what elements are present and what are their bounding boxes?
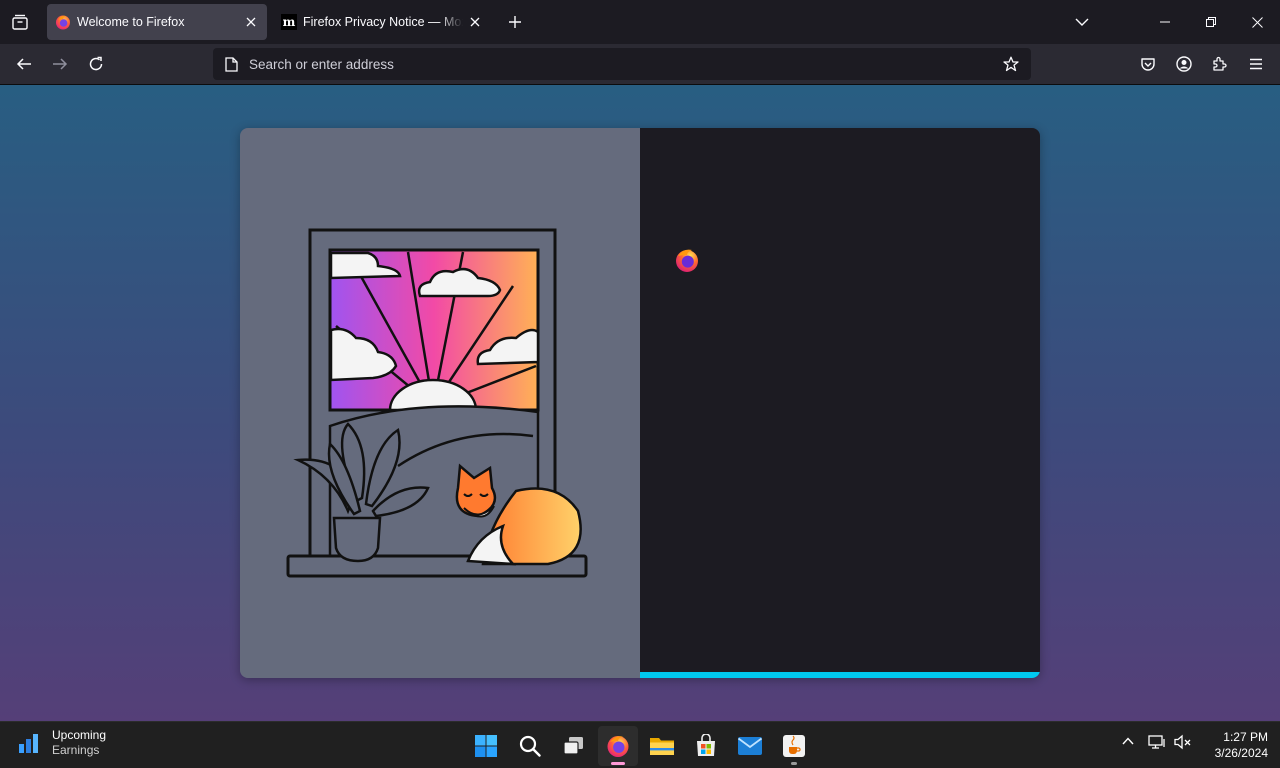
page-icon <box>223 56 239 72</box>
onboarding-illustration-panel <box>240 128 640 678</box>
file-explorer-icon[interactable] <box>642 726 682 766</box>
address-bar[interactable] <box>213 48 1031 80</box>
mozilla-m-icon: m <box>281 14 297 30</box>
svg-text:m: m <box>283 15 296 29</box>
page-content <box>0 85 1280 721</box>
taskbar: Upcoming Earnings 1:27 PM 3/26/2024 <box>0 721 1280 768</box>
widget-subtitle: Earnings <box>52 743 100 757</box>
address-input[interactable] <box>249 56 1001 72</box>
task-view-icon[interactable] <box>554 726 594 766</box>
onboarding-card <box>240 128 1040 678</box>
running-indicator <box>611 762 625 765</box>
search-icon[interactable] <box>510 726 550 766</box>
onboarding-progress-bar <box>640 672 1040 678</box>
network-icon[interactable] <box>1148 734 1166 755</box>
bookmark-star-icon[interactable] <box>1001 54 1021 74</box>
tab-privacy-notice[interactable]: m Firefox Privacy Notice — Mozilla <box>273 4 491 40</box>
back-arrow-icon[interactable] <box>10 50 38 78</box>
reload-icon[interactable] <box>82 50 110 78</box>
pocket-icon[interactable] <box>1134 50 1162 78</box>
running-indicator <box>791 762 797 765</box>
tab-strip: Welcome to Firefox m Firefox Privacy Not… <box>0 0 1280 44</box>
tab-title: Firefox Privacy Notice — Mozilla <box>303 15 463 29</box>
menu-icon[interactable] <box>1242 50 1270 78</box>
minimize-icon[interactable] <box>1142 0 1188 44</box>
close-tab-icon[interactable] <box>467 14 483 30</box>
account-icon[interactable] <box>1170 50 1198 78</box>
stock-chart-icon <box>19 734 38 753</box>
system-clock[interactable]: 1:27 PM 3/26/2024 <box>1198 729 1268 761</box>
clock-time: 1:27 PM <box>1223 730 1268 744</box>
firefox-icon <box>55 14 71 30</box>
widgets-button[interactable]: Upcoming Earnings <box>18 728 106 758</box>
java-icon[interactable] <box>774 726 814 766</box>
firefox-view-icon[interactable] <box>8 10 32 34</box>
tab-welcome[interactable]: Welcome to Firefox <box>47 4 267 40</box>
close-icon[interactable] <box>1234 0 1280 44</box>
chevron-down-icon[interactable] <box>1070 10 1094 34</box>
extensions-icon[interactable] <box>1206 50 1234 78</box>
volume-muted-icon[interactable] <box>1174 734 1192 755</box>
firefox-icon[interactable] <box>598 726 638 766</box>
mail-icon[interactable] <box>730 726 770 766</box>
microsoft-store-icon[interactable] <box>686 726 726 766</box>
plus-icon[interactable] <box>503 10 527 34</box>
forward-arrow-icon[interactable] <box>46 50 74 78</box>
chevron-up-icon[interactable] <box>1121 734 1135 753</box>
restore-icon[interactable] <box>1188 0 1234 44</box>
fox-window-illustration <box>286 228 588 578</box>
firefox-logo-icon <box>676 249 698 272</box>
onboarding-content-panel <box>640 128 1040 678</box>
navigation-toolbar <box>0 44 1280 85</box>
widget-title: Upcoming <box>52 728 107 742</box>
close-tab-icon[interactable] <box>243 14 259 30</box>
start-icon[interactable] <box>466 726 506 766</box>
clock-date: 3/26/2024 <box>1214 746 1268 760</box>
tab-title: Welcome to Firefox <box>77 15 185 29</box>
